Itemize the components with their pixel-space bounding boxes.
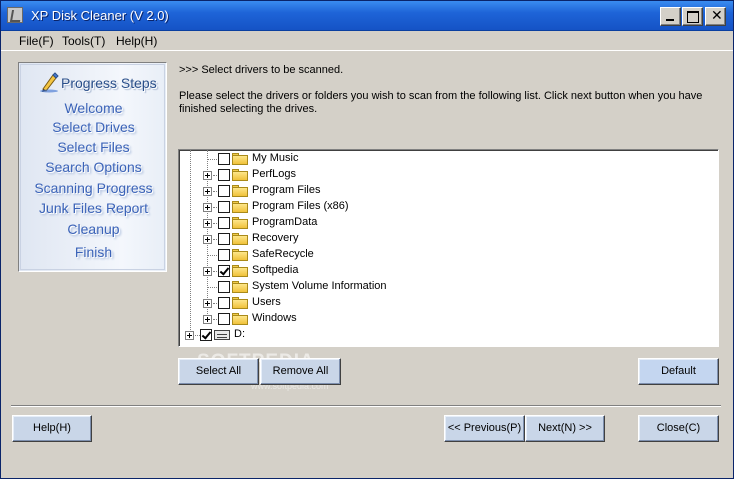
tree-item[interactable]: Recovery [179,231,718,247]
tree-drive-label: D: [234,328,245,340]
checkbox[interactable] [218,297,230,309]
step-select-drives: Select Drives [52,119,135,135]
folder-icon [232,217,248,229]
folder-icon [232,249,248,261]
checkbox[interactable] [218,201,230,213]
step-welcome: Welcome [64,100,123,116]
tree-item-label: System Volume Information [252,280,387,292]
expand-icon[interactable] [203,315,212,324]
tree-item[interactable]: Program Files (x86) [179,199,718,215]
checkbox[interactable] [218,153,230,165]
select-all-button[interactable]: Select All [178,358,259,385]
close-button[interactable]: Close(C) [638,415,719,442]
tree-item[interactable]: My Music [179,151,718,167]
tree-item[interactable]: Windows [179,311,718,327]
expand-icon[interactable] [203,187,212,196]
checkbox[interactable] [218,169,230,181]
close-icon: ✕ [711,8,723,24]
tree-item-label: Users [252,296,281,308]
menu-file[interactable]: File(F) [19,34,54,48]
tree-item-label: My Music [252,152,299,164]
step-search-options: Search Options [45,159,142,175]
tree-item-label: PerfLogs [252,168,297,180]
expand-icon[interactable] [203,267,212,276]
tree-item-label: Windows [252,312,297,324]
step-cleanup: Cleanup [67,221,120,237]
folder-icon [232,313,248,325]
separator [11,405,721,407]
checkbox[interactable] [218,313,230,325]
drive-icon [214,330,230,340]
next-button[interactable]: Next(N) >> [525,415,605,442]
step-select-files: Select Files [57,139,130,155]
previous-button[interactable]: << Previous(P) [444,415,525,442]
help-button[interactable]: Help(H) [12,415,92,442]
folder-icon [232,281,248,293]
folder-icon [232,169,248,181]
folder-icon [232,265,248,277]
tree-item[interactable]: System Volume Information [179,279,718,295]
progress-steps-panel: Progress Steps Welcome Select Drives Sel… [18,62,167,272]
checkbox[interactable] [218,281,230,293]
folder-icon [232,153,248,165]
tree-item[interactable]: PerfLogs [179,167,718,183]
checkbox[interactable] [218,217,230,229]
maximize-button[interactable] [682,7,703,26]
step-junk-files-report: Junk Files Report [39,200,148,216]
checkbox[interactable] [218,249,230,261]
tree-item-label: SafeRecycle [252,248,314,260]
tree-item-label: Recovery [252,232,299,244]
close-window-button[interactable]: ✕ [705,7,726,26]
checkbox-checked[interactable] [218,265,230,277]
folder-icon [232,201,248,213]
folder-icon [232,297,248,309]
menu-tools[interactable]: Tools(T) [62,34,105,48]
default-button[interactable]: Default [638,358,719,385]
minimize-button[interactable] [660,7,681,26]
step-finish: Finish [74,244,113,260]
tree-item-label: ProgramData [252,216,318,228]
tree-item-label: Program Files [252,184,321,196]
instruction-heading: >>> Select drivers to be scanned. [179,64,344,76]
window-title: XP Disk Cleaner (V 2.0) [31,8,169,23]
expand-icon[interactable] [185,331,194,340]
tree-item-label: Program Files (x86) [252,200,349,212]
menu-help[interactable]: Help(H) [116,34,157,48]
tree-item[interactable]: ProgramData [179,215,718,231]
checkbox-checked[interactable] [200,329,212,341]
step-scanning-progress: Scanning Progress [34,180,153,196]
tree-item[interactable]: Users [179,295,718,311]
app-window: XP Disk Cleaner (V 2.0) ✕ File(F) Tools(… [0,0,734,479]
menu-bar: File(F) Tools(T) Help(H) [1,32,733,51]
app-icon[interactable] [7,7,23,23]
checkbox[interactable] [218,233,230,245]
drive-tree[interactable]: My Music PerfLogs Program Files Program … [178,149,719,347]
tree-item[interactable]: Softpedia [179,263,718,279]
pencil-icon [40,72,59,93]
tree-item[interactable]: Program Files [179,183,718,199]
expand-icon[interactable] [203,203,212,212]
tree-drive-item[interactable]: D: [179,327,718,343]
tree-item-label: Softpedia [252,264,299,276]
expand-icon[interactable] [203,235,212,244]
folder-icon [232,233,248,245]
expand-icon[interactable] [203,171,212,180]
remove-all-button[interactable]: Remove All [260,358,341,385]
title-bar[interactable]: XP Disk Cleaner (V 2.0) ✕ [1,1,733,31]
checkbox[interactable] [218,185,230,197]
progress-steps-title: Progress Steps [61,75,157,91]
instruction-body: Please select the drivers or folders you… [179,90,703,115]
expand-icon[interactable] [203,219,212,228]
expand-icon[interactable] [203,299,212,308]
folder-icon [232,185,248,197]
tree-item[interactable]: SafeRecycle [179,247,718,263]
